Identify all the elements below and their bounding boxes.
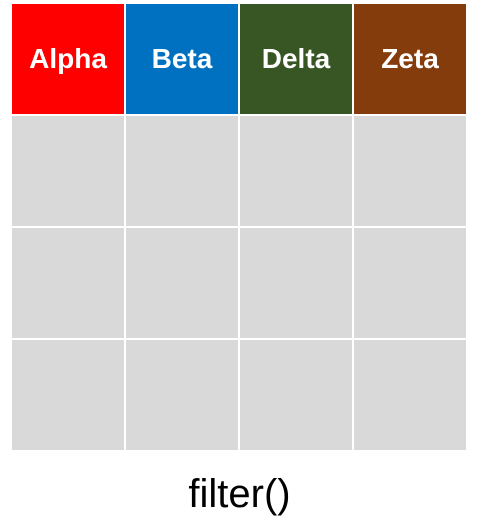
table-cell: [12, 228, 124, 338]
table-cell: [240, 340, 352, 450]
table-cell: [240, 228, 352, 338]
header-cell-zeta: Zeta: [354, 4, 466, 114]
data-table-diagram: Alpha Beta Delta Zeta: [12, 4, 466, 454]
header-cell-delta: Delta: [240, 4, 352, 114]
table-cell: [354, 340, 466, 450]
table-cell: [354, 116, 466, 226]
header-cell-beta: Beta: [126, 4, 238, 114]
header-cell-alpha: Alpha: [12, 4, 124, 114]
table-cell: [240, 116, 352, 226]
table-cell: [12, 116, 124, 226]
table-cell: [354, 228, 466, 338]
table-cell: [126, 116, 238, 226]
table-cell: [126, 228, 238, 338]
table-cell: [12, 340, 124, 450]
table-cell: [126, 340, 238, 450]
function-caption: filter(): [188, 472, 291, 516]
